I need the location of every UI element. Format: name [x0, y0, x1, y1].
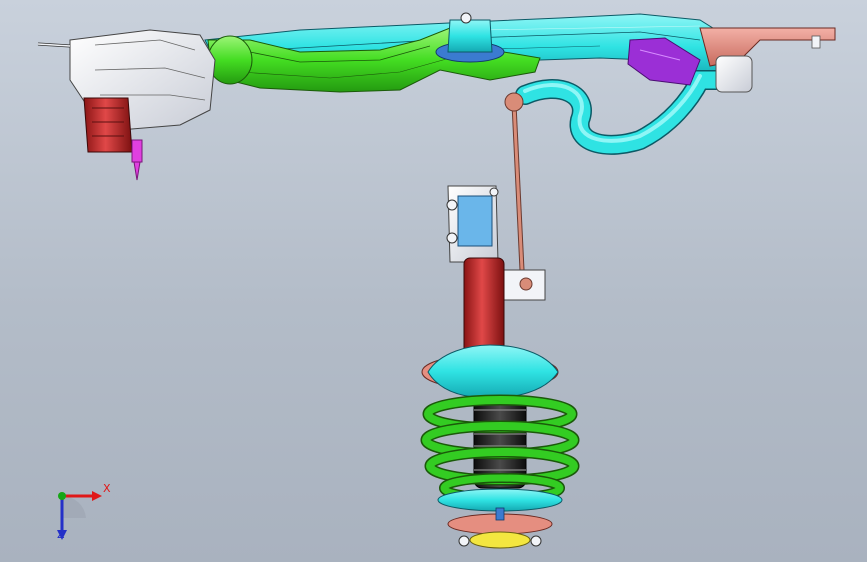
z-axis-label: Z	[57, 528, 65, 541]
stabilizer-bar[interactable]	[515, 70, 730, 155]
coordinate-triad: X Z	[40, 478, 120, 548]
stabilizer-link[interactable]	[499, 92, 546, 301]
strut-tube[interactable]	[463, 257, 505, 355]
upper-spring-seat[interactable]	[421, 344, 559, 399]
strut-top-mount[interactable]	[447, 507, 553, 549]
mount-bracket[interactable]	[699, 27, 836, 93]
brake-caliper[interactable]	[83, 97, 133, 153]
suspension-assembly-model[interactable]	[0, 0, 867, 562]
strut-clamp[interactable]	[446, 185, 499, 263]
graphics-viewport[interactable]: X Z	[0, 0, 867, 562]
y-axis-dot	[58, 492, 66, 500]
magenta-pin[interactable]	[131, 139, 143, 181]
x-axis-label: X	[103, 482, 111, 495]
